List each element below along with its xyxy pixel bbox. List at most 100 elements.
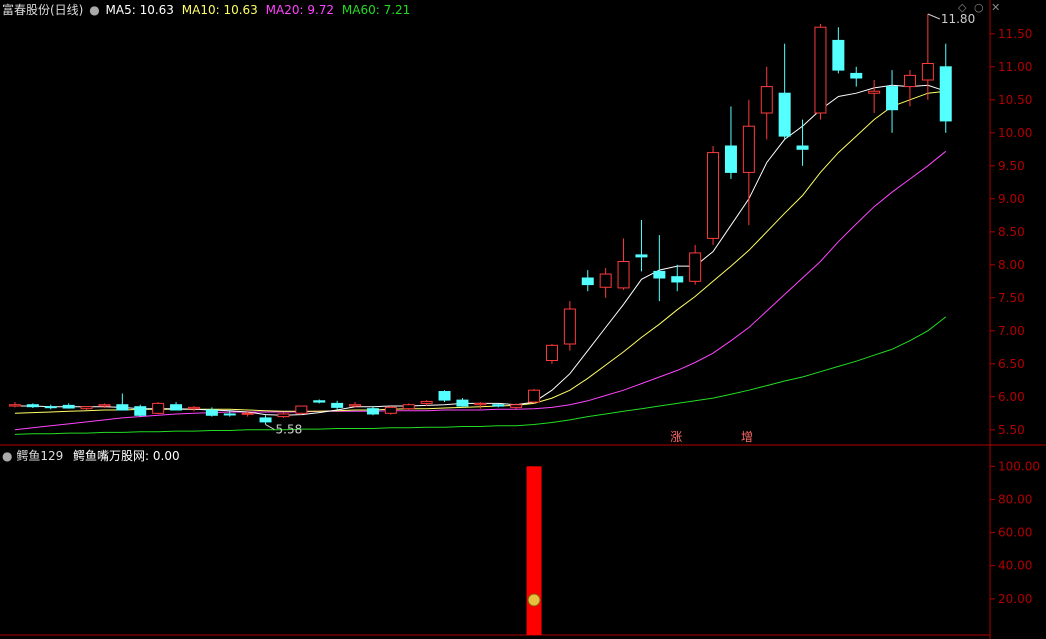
y-tick-label: 7.00 <box>998 324 1025 338</box>
candle-body <box>868 90 881 94</box>
ma60-line <box>14 316 947 435</box>
candle-body <box>724 145 737 173</box>
candle-body <box>832 39 845 71</box>
candle-body <box>313 400 326 403</box>
close-icon[interactable]: ✕ <box>991 1 1000 14</box>
candle-body <box>134 406 147 416</box>
candle-body <box>653 270 666 279</box>
candle-body <box>384 406 397 414</box>
collapse-icon[interactable]: ● <box>89 3 99 17</box>
main-header: 富春股份(日线) ● MA5: 10.63 MA10: 10.63 MA20: … <box>2 1 410 18</box>
candle-body <box>635 254 648 258</box>
y-tick-label: 8.50 <box>998 225 1025 239</box>
candle-body <box>939 66 952 122</box>
candle-body <box>456 399 469 407</box>
collapse-icon[interactable]: ● <box>2 449 12 463</box>
candle-body <box>671 276 684 283</box>
candle-body <box>223 413 236 416</box>
candle-body <box>617 261 630 289</box>
ma20-label: MA20: 9.72 <box>265 3 335 17</box>
diamond-icon[interactable]: ◇ <box>958 1 966 14</box>
candle-body <box>420 400 433 404</box>
y-tick-label: 100.00 <box>998 459 1040 473</box>
candle-body <box>152 402 165 414</box>
high-pointer <box>927 13 941 20</box>
window-controls: ◇ ○ ✕ <box>958 1 1000 14</box>
sub-header: ● 鳄鱼129 鳄鱼嘴万股网: 0.00 <box>2 447 180 464</box>
signal-marker: 增 <box>741 430 753 444</box>
candle-body <box>402 404 415 410</box>
indicator-label: 鳄鱼嘴万股网: 0.00 <box>73 449 180 463</box>
collapse-icon[interactable]: ○ <box>974 1 984 14</box>
candle-body <box>116 404 129 411</box>
candle-body <box>62 404 75 409</box>
candle-body <box>742 125 755 173</box>
candle-body <box>528 389 541 403</box>
low-label: 5.58 <box>276 423 303 437</box>
chart-stage: 5.50 6.00 6.50 7.00 7.50 8.00 8.50 9.00 9.50 10.0… <box>0 0 1046 639</box>
sub-title: 鳄鱼129 <box>16 449 64 463</box>
candle-body <box>26 404 39 408</box>
ma10-line <box>14 90 946 414</box>
candle-body <box>563 308 576 345</box>
candle-body <box>778 92 791 137</box>
candle-body <box>796 145 809 150</box>
candle-body <box>886 86 899 111</box>
candle-body <box>689 252 702 282</box>
candle-body <box>545 344 558 362</box>
y-tick-label: 10.50 <box>998 93 1032 107</box>
candle-body <box>438 391 451 401</box>
candle-body <box>474 402 487 406</box>
candle-body <box>259 417 272 423</box>
y-tick-label: 10.00 <box>998 126 1032 140</box>
y-tick-label: 5.50 <box>998 423 1025 437</box>
ma10-label: MA10: 10.63 <box>181 3 258 17</box>
candle-body <box>80 406 93 410</box>
signal-marker: 涨 <box>670 429 682 444</box>
y-tick-label: 6.00 <box>998 390 1025 404</box>
candle-body <box>98 404 111 407</box>
candle-body <box>187 406 200 410</box>
candle-body <box>277 413 290 418</box>
signal-bar <box>526 466 542 635</box>
candle-body <box>814 26 827 114</box>
candle-body <box>205 409 218 416</box>
candle-body <box>295 405 308 414</box>
candle-body <box>349 404 362 407</box>
ma20-line <box>14 150 947 431</box>
y-tick-label: 9.50 <box>998 159 1025 173</box>
candle-body <box>366 408 379 415</box>
y-tick-label: 9.00 <box>998 192 1025 206</box>
ma5-line <box>14 84 946 416</box>
candle-body <box>760 86 773 114</box>
price-chart[interactable]: 5.50 6.00 6.50 7.00 7.50 8.00 8.50 9.00 9.50 10.0… <box>0 0 1046 639</box>
y-tick-label: 20.00 <box>998 592 1032 606</box>
candle-body <box>903 74 916 88</box>
candle-body <box>241 412 254 415</box>
y-tick-label: 80.00 <box>998 492 1032 506</box>
stock-title: 富春股份(日线) <box>2 3 84 17</box>
low-pointer <box>265 424 275 430</box>
candle-body <box>510 404 523 408</box>
candle-body <box>44 406 57 409</box>
candle-body <box>707 152 720 239</box>
y-tick-label: 40.00 <box>998 559 1032 573</box>
candle-body <box>8 404 21 407</box>
candle-body <box>492 404 505 407</box>
y-tick-label: 11.00 <box>998 60 1032 74</box>
candle-body <box>581 277 594 286</box>
y-tick-label: 8.00 <box>998 258 1025 272</box>
candle-body <box>170 404 183 411</box>
ma5-label: MA5: 10.63 <box>105 3 174 17</box>
y-tick-label: 11.50 <box>998 27 1032 41</box>
money-bag-icon <box>527 593 541 607</box>
y-tick-label: 7.50 <box>998 291 1025 305</box>
ma60-label: MA60: 7.21 <box>341 3 411 17</box>
candle-body <box>921 63 934 81</box>
y-tick-label: 6.50 <box>998 357 1025 371</box>
candle-body <box>850 72 863 79</box>
candle-body <box>331 402 344 408</box>
high-label: 11.80 <box>941 12 975 26</box>
y-tick-label: 60.00 <box>998 526 1032 540</box>
candle-body <box>599 273 612 288</box>
